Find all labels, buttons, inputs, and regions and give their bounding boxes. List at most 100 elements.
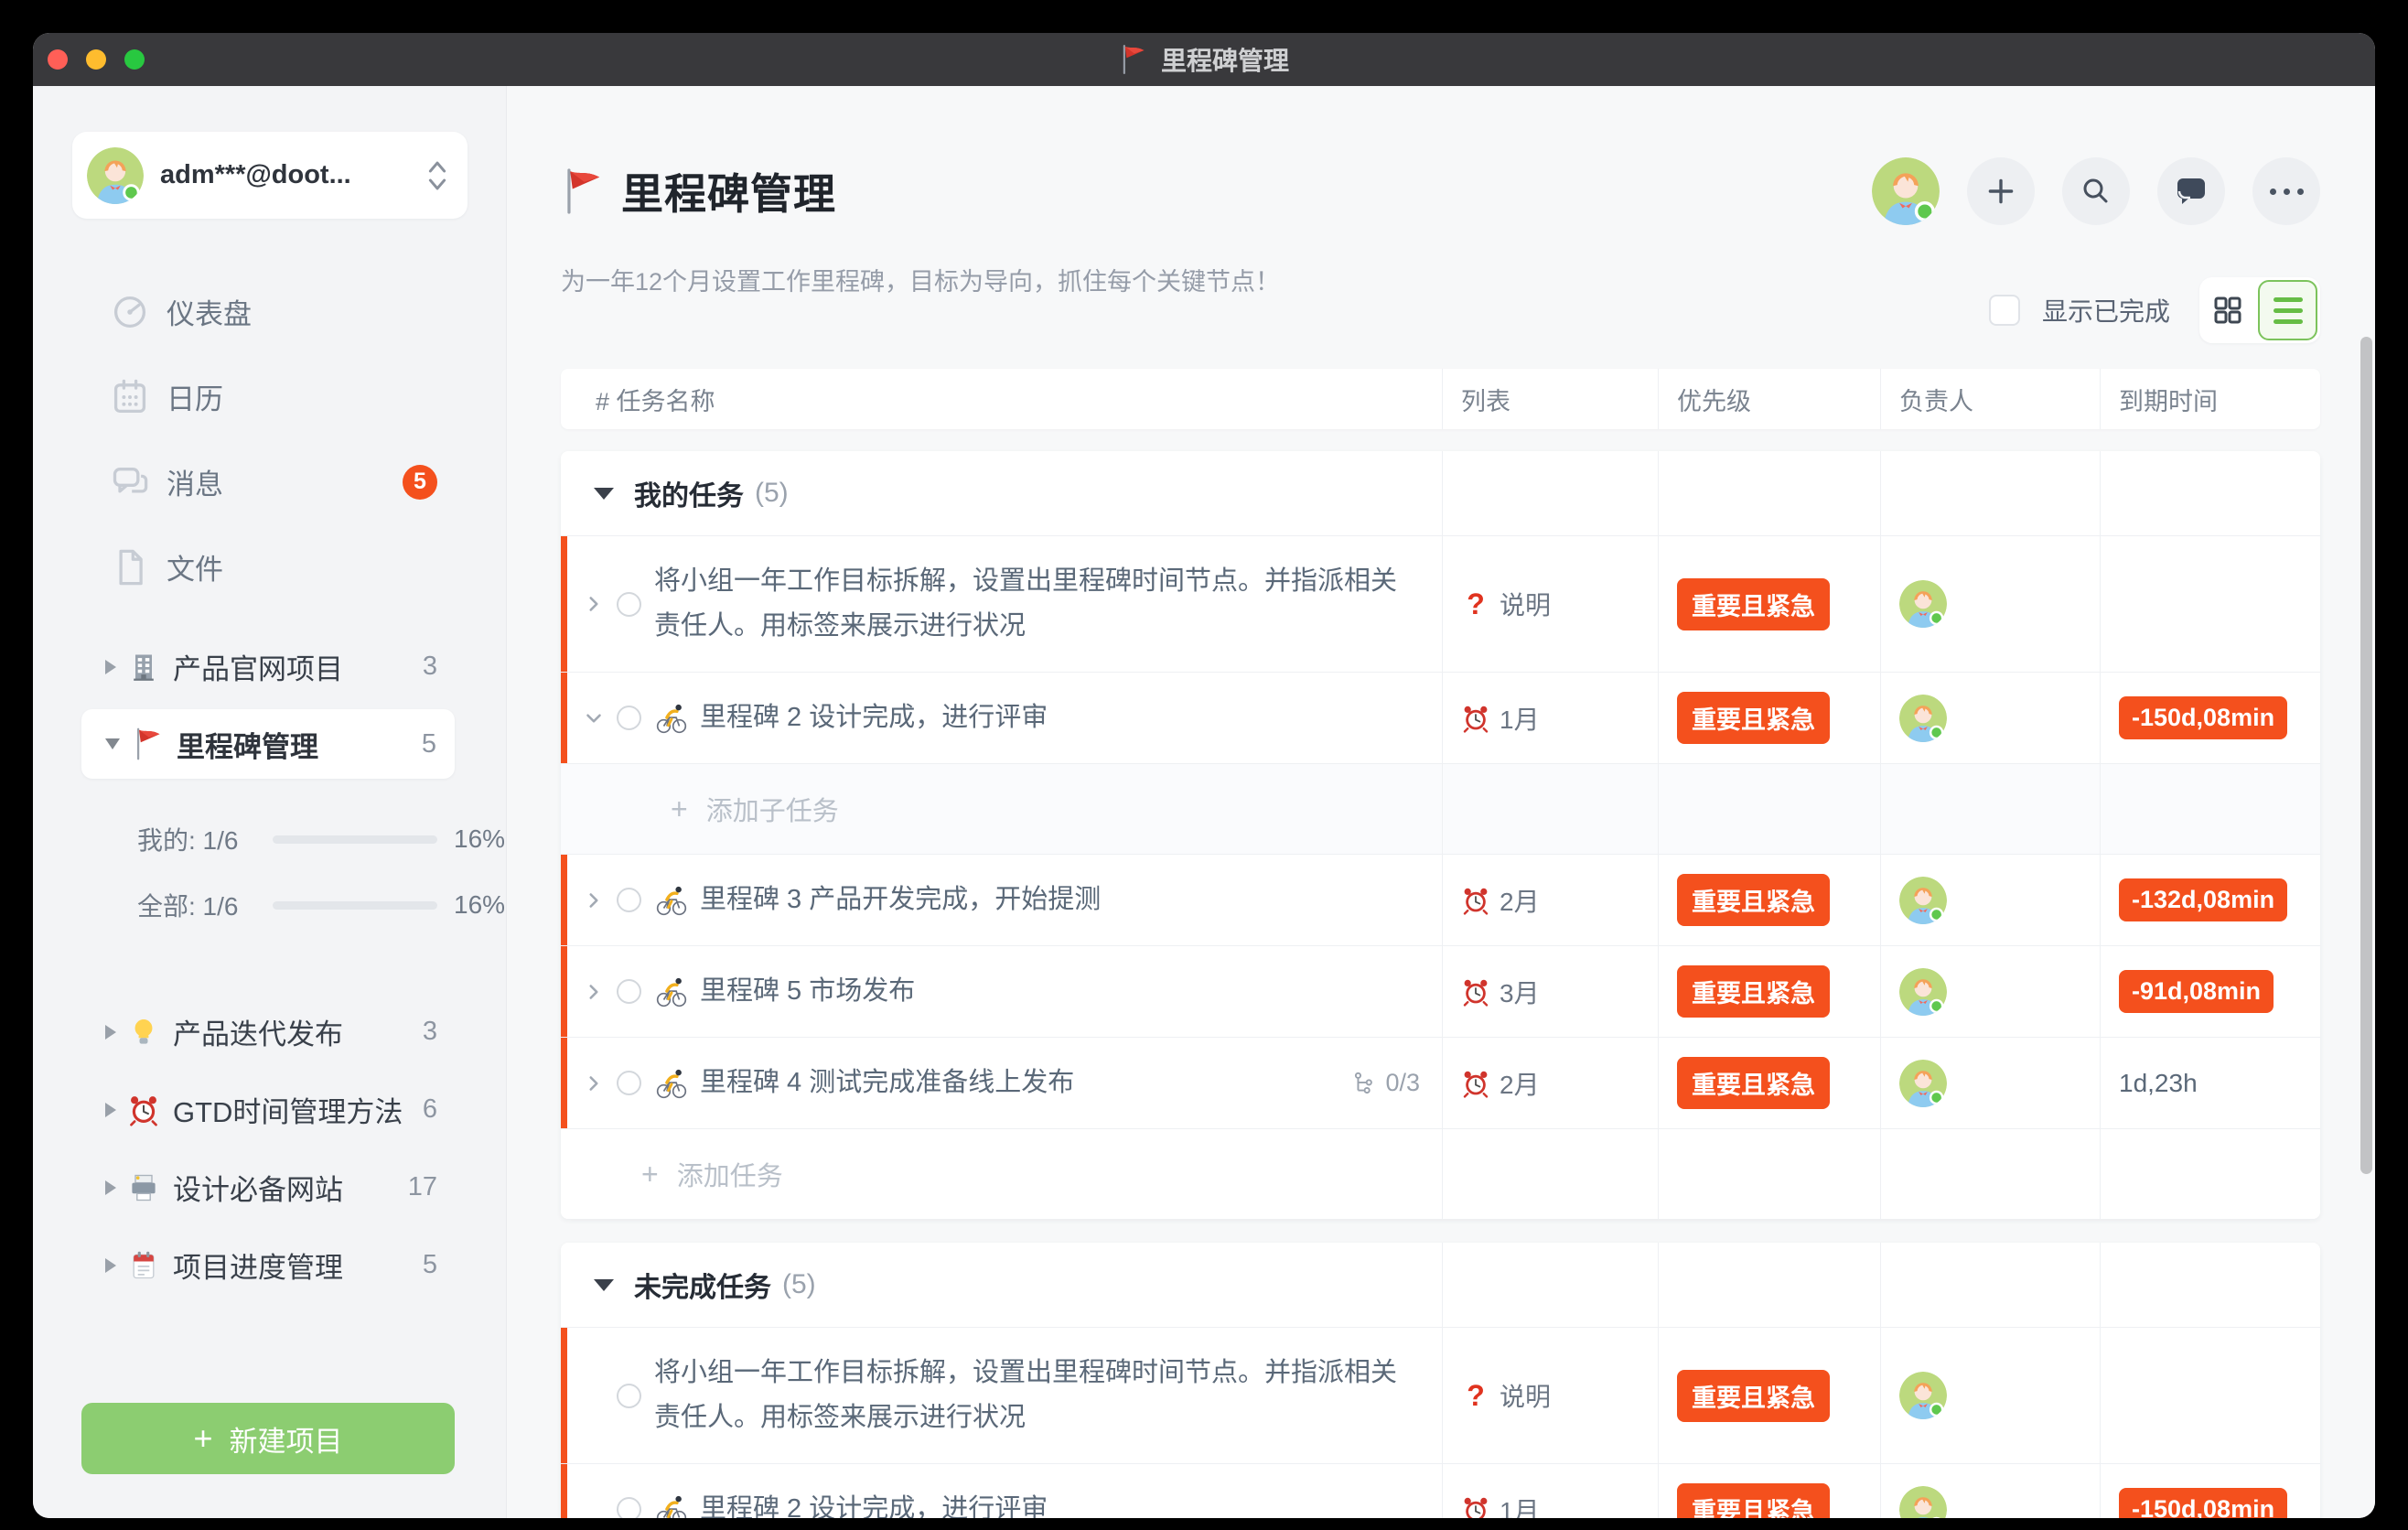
search-button[interactable] [2062, 157, 2130, 225]
task-checkbox[interactable] [617, 706, 641, 730]
chevron-right-icon[interactable] [105, 660, 116, 674]
task-row[interactable]: 里程碑 5 市场发布 3月 重要且紧急 -91d,08min [561, 945, 2320, 1037]
calendar-icon [110, 377, 150, 417]
cyclist-icon [656, 703, 687, 734]
project-label: 产品官网项目 [173, 646, 343, 687]
chevron-right-icon[interactable] [105, 1258, 116, 1273]
priority-accent [561, 946, 567, 1037]
priority-badge: 重要且紧急 [1677, 578, 1830, 630]
tear-calendar-icon [127, 1249, 160, 1282]
due-badge: -91d,08min [2119, 970, 2274, 1013]
task-checkbox[interactable] [617, 888, 641, 912]
column-header-assignee[interactable]: 负责人 [1880, 369, 2100, 429]
task-row[interactable]: 里程碑 3 产品开发完成，开始提测 2月 重要且紧急 -132d,08min [561, 854, 2320, 945]
minimize-button[interactable] [86, 49, 106, 70]
assignee-avatar[interactable] [1899, 877, 1947, 924]
chevron-down-icon[interactable] [105, 738, 120, 749]
nav-label: 文件 [167, 546, 223, 587]
assignee-avatar[interactable] [1899, 968, 1947, 1016]
main-panel: 里程碑管理 [506, 86, 2375, 1518]
sidebar-item-calendar[interactable]: 日历 [33, 354, 506, 439]
more-button[interactable] [2252, 157, 2320, 225]
alarm-icon [1461, 1495, 1490, 1519]
table-header: # 任务名称 列表 优先级 负责人 到期时间 [561, 369, 2320, 429]
assignee-avatar[interactable] [1899, 1372, 1947, 1419]
project-item-milestone-selected[interactable]: 里程碑管理 5 [81, 709, 455, 779]
collapse-icon[interactable] [594, 1279, 614, 1291]
chevron-right-icon[interactable] [105, 1180, 116, 1195]
plus-icon: + [193, 1422, 212, 1455]
sidebar: adm***@doot... 仪表盘 日历 消息 5 [33, 86, 506, 1518]
column-header-name[interactable]: # 任务名称 [561, 369, 1442, 429]
task-row[interactable]: 将小组一年工作目标拆解，设置出里程碑时间节点。并指派相关责任人。用标签来展示进行… [561, 1327, 2320, 1463]
project-item-design-sites[interactable]: 设计必备网站 17 [33, 1148, 506, 1226]
project-item-iteration[interactable]: 产品迭代发布 3 [33, 993, 506, 1071]
task-checkbox[interactable] [617, 979, 641, 1004]
grid-view-icon [2211, 294, 2244, 327]
project-item-schedule[interactable]: 项目进度管理 5 [33, 1226, 506, 1304]
scrollbar[interactable] [2360, 337, 2372, 1174]
add-subtask-row[interactable]: + 添加子任务 [561, 763, 2320, 854]
file-icon [110, 547, 150, 587]
group-header[interactable]: 我的任务 (5) [561, 451, 2320, 535]
task-checkbox[interactable] [617, 1384, 641, 1408]
task-row[interactable]: 里程碑 2 设计完成，进行评审 1月 重要且紧急 -150d,08min [561, 672, 2320, 763]
add-task-row[interactable]: + 添加任务 [561, 1128, 2320, 1219]
column-header-due[interactable]: 到期时间 [2100, 369, 2321, 429]
collapse-icon[interactable] [580, 705, 607, 732]
expand-icon[interactable] [580, 590, 607, 618]
project-label: 项目进度管理 [173, 1244, 343, 1286]
expand-icon[interactable] [580, 978, 607, 1006]
project-item-gtd[interactable]: GTD时间管理方法 6 [33, 1071, 506, 1148]
add-button[interactable] [1967, 157, 2035, 225]
new-project-button[interactable]: + 新建项目 [81, 1403, 455, 1474]
maximize-button[interactable] [124, 49, 145, 70]
sidebar-item-messages[interactable]: 消息 5 [33, 439, 506, 524]
task-row[interactable]: 里程碑 4 测试完成准备线上发布 0/3 2月 重要且紧急 1d,23h [561, 1037, 2320, 1128]
column-header-priority[interactable]: 优先级 [1658, 369, 1880, 429]
assignee-avatar[interactable] [1899, 695, 1947, 742]
sidebar-item-files[interactable]: 文件 [33, 524, 506, 609]
close-button[interactable] [48, 49, 68, 70]
priority-badge: 重要且紧急 [1677, 692, 1830, 744]
list-view-icon [2274, 297, 2303, 324]
group-count: (5) [782, 1269, 816, 1300]
assignee-avatar[interactable] [1899, 580, 1947, 628]
task-checkbox[interactable] [617, 1497, 641, 1518]
expand-icon[interactable] [580, 1070, 607, 1097]
assignee-avatar[interactable] [1899, 1486, 1947, 1519]
collapse-icon[interactable] [594, 488, 614, 500]
task-row[interactable]: 将小组一年工作目标拆解，设置出里程碑时间节点。并指派相关责任人。用标签来展示进行… [561, 535, 2320, 672]
unread-badge: 5 [403, 465, 437, 500]
cyclist-icon [656, 1494, 687, 1519]
task-checkbox[interactable] [617, 1071, 641, 1095]
view-toggle [2199, 277, 2320, 343]
user-avatar [87, 147, 144, 204]
bulb-icon [127, 1016, 160, 1049]
progress-bar [273, 901, 437, 910]
chevron-right-icon[interactable] [105, 1025, 116, 1040]
column-header-list[interactable]: 列表 [1442, 369, 1658, 429]
group-title: 未完成任务 [634, 1265, 771, 1305]
chat-button[interactable] [2157, 157, 2225, 225]
task-row[interactable]: 里程碑 2 设计完成，进行评审 1月 重要且紧急 -150d,08min [561, 1463, 2320, 1518]
user-avatar[interactable] [1872, 157, 1940, 225]
list-name: 说明 [1500, 1377, 1551, 1414]
list-name: 说明 [1500, 586, 1551, 622]
assignee-avatar[interactable] [1899, 1060, 1947, 1107]
expand-icon[interactable] [580, 887, 607, 914]
project-count: 3 [423, 652, 437, 682]
grid-view-button[interactable] [2199, 277, 2255, 343]
progress-percent: 16% [454, 890, 505, 920]
due-badge: -150d,08min [2119, 1488, 2287, 1518]
progress-bar [273, 835, 437, 844]
show-completed-checkbox[interactable] [1989, 295, 2020, 326]
chevron-right-icon[interactable] [105, 1103, 116, 1117]
sidebar-item-dashboard[interactable]: 仪表盘 [33, 269, 506, 354]
priority-accent [561, 1038, 567, 1128]
list-view-button[interactable] [2258, 280, 2317, 340]
group-header[interactable]: 未完成任务 (5) [561, 1243, 2320, 1327]
task-checkbox[interactable] [617, 592, 641, 617]
project-item-website[interactable]: 产品官网项目 3 [33, 628, 506, 706]
account-switcher[interactable]: adm***@doot... [72, 132, 468, 219]
